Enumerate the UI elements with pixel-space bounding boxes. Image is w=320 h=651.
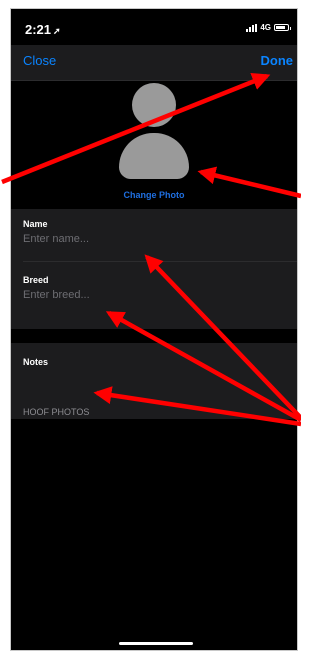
status-indicators: 4G (246, 23, 291, 32)
row-divider (23, 261, 297, 262)
phone-screen: 2:21➚ 4G Close Done Change Photo Name Br… (10, 8, 298, 651)
battery-icon (274, 24, 291, 31)
location-icon: ➚ (53, 26, 61, 36)
change-photo-button[interactable]: Change Photo (11, 190, 297, 200)
avatar-placeholder[interactable] (119, 83, 189, 193)
name-label: Name (23, 219, 48, 229)
name-row: Name (23, 219, 297, 245)
notes-label: Notes (23, 357, 49, 367)
done-button[interactable]: Done (261, 53, 294, 68)
details-form-group: Name Breed (11, 209, 297, 329)
name-input[interactable] (23, 233, 273, 245)
signal-icon (246, 23, 258, 32)
nav-bar: Close Done (11, 45, 297, 81)
battery-level (276, 26, 286, 29)
avatar-head-shape (132, 83, 176, 127)
hoof-photos-header: HOOF PHOTOS (23, 407, 90, 417)
avatar-body-shape (119, 133, 189, 179)
breed-label: Breed (23, 275, 49, 285)
breed-row: Breed (23, 275, 297, 301)
status-time: 2:21 ➚ (25, 22, 61, 37)
notes-input[interactable] (23, 371, 273, 383)
breed-input[interactable] (23, 289, 273, 301)
close-button[interactable]: Close (23, 53, 56, 68)
status-time-text: 2:21 (25, 22, 52, 37)
home-indicator (119, 642, 193, 645)
network-type: 4G (260, 23, 271, 32)
notes-row: Notes (23, 357, 297, 383)
status-bar: 2:21 ➚ 4G (11, 9, 297, 45)
